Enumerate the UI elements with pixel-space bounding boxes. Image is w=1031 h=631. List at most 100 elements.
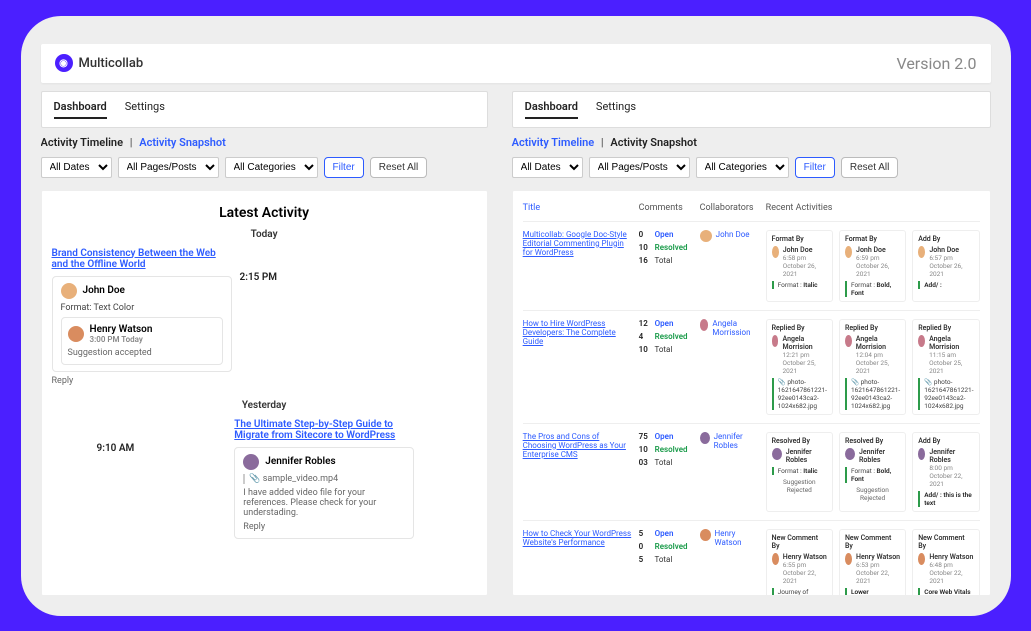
activity-ts: 6:53 pm October 22, 2021: [856, 561, 900, 585]
filter-dates[interactable]: All Dates: [512, 157, 583, 178]
filter-dates[interactable]: All Dates: [41, 157, 112, 178]
activity-detail: Format : Bold, Font: [845, 467, 900, 483]
activity-ts: 12:21 pm October 25, 2021: [782, 351, 826, 375]
row-post-link[interactable]: How to Check Your WordPress Website's Pe…: [523, 529, 633, 596]
row-activities: Replied By Angela Morrision 12:21 pm Octob…: [766, 319, 980, 415]
activity-detail: Journey of running a successful: [772, 588, 827, 596]
activity-label: Replied By: [845, 324, 900, 332]
activity-label: Add By: [918, 437, 973, 445]
activity-detail: Core Web Vitals: [918, 588, 973, 596]
activity-detail: Format : Bold, Font: [845, 281, 900, 297]
filters-right: All Dates All Pages/Posts All Categories…: [512, 157, 991, 178]
post-link[interactable]: The Ultimate Step-by-Step Guide to Migra…: [234, 419, 414, 441]
brand: ◉ Multicollab: [55, 54, 144, 72]
avatar-icon: [845, 553, 852, 565]
activity-user: Angela Morrision: [929, 335, 973, 351]
tab-settings[interactable]: Settings: [596, 100, 636, 119]
reply-link[interactable]: Reply: [243, 522, 405, 532]
row-activities: Format ByJohn Doe6:58 pm October 26, 202…: [766, 230, 980, 302]
reply-link[interactable]: Reply: [52, 376, 232, 386]
post-link[interactable]: Brand Consistency Between the Web and th…: [52, 248, 232, 270]
tab-dashboard[interactable]: Dashboard: [525, 100, 578, 119]
col-comments: Comments: [639, 203, 694, 213]
avatar-icon: [918, 246, 925, 258]
avatar-icon: [772, 246, 779, 258]
activity-card: New Comment By Henry Watson6:55 pm Octobe…: [766, 529, 833, 596]
open-label[interactable]: Open: [655, 319, 674, 328]
reset-button[interactable]: Reset All: [841, 157, 898, 178]
activity-detail: 📎 photo-1621647861221-92ee0143ca2-1024x6…: [918, 378, 973, 410]
activity-user: John Doe: [783, 246, 827, 254]
filter-button[interactable]: Filter: [795, 157, 835, 178]
total-label: Total: [654, 458, 672, 467]
activity-detail: Add/ :: [918, 281, 973, 289]
avatar-icon: [772, 335, 779, 347]
activity-detail: Format : Italic: [772, 467, 827, 475]
activity-user: Henry Watson: [783, 553, 827, 561]
activity-label: New Comment By: [772, 534, 827, 550]
open-label[interactable]: Open: [655, 432, 674, 441]
resolved-label[interactable]: Resolved: [655, 542, 688, 551]
table-row: How to Hire WordPress Developers: The Co…: [523, 311, 980, 424]
nested-ts: 3:00 PM Today: [90, 335, 153, 344]
filter-categories[interactable]: All Categories: [225, 157, 318, 178]
latest-activity-title: Latest Activity: [52, 205, 477, 221]
row-post-link[interactable]: Multicollab: Google Doc-Style Editorial …: [523, 230, 633, 302]
format-line: Format: Text Color: [61, 303, 223, 313]
resolved-label[interactable]: Resolved: [655, 332, 688, 341]
activity-label: Format By: [845, 235, 900, 243]
nested-reply: Henry Watson 3:00 PM Today Suggestion ac…: [61, 317, 223, 365]
tab-settings[interactable]: Settings: [125, 100, 165, 119]
row-comments: 5 Open0 Resolved5 Total: [639, 529, 694, 596]
subnav-timeline-link[interactable]: Activity Timeline: [512, 136, 595, 149]
tab-dashboard[interactable]: Dashboard: [54, 100, 107, 119]
row-collaborator: Angela Morrission: [700, 319, 760, 415]
avatar-icon: [918, 553, 925, 565]
subnav-left: Activity Timeline | Activity Snapshot: [41, 136, 488, 149]
subnav-snapshot[interactable]: Activity Snapshot: [610, 136, 697, 149]
activity-detail: Add/ : this is the text: [918, 491, 973, 507]
avatar-icon: [772, 448, 782, 460]
reset-button[interactable]: Reset All: [370, 157, 427, 178]
activity-card: Jennifer Robles 📎 sample_video.mp4 I hav…: [234, 447, 414, 539]
tabs-right: Dashboard Settings: [512, 91, 991, 128]
snapshot-table: Title Comments Collaborators Recent Acti…: [512, 190, 991, 596]
activity-card: Replied ByAngela Morrision12:21 pm Octob…: [766, 319, 833, 415]
timeline-entry: Brand Consistency Between the Web and th…: [52, 248, 477, 386]
file-name[interactable]: sample_video.mp4: [263, 474, 338, 484]
filter-categories[interactable]: All Categories: [696, 157, 789, 178]
resolved-label[interactable]: Resolved: [655, 445, 688, 454]
subnav-timeline[interactable]: Activity Timeline: [41, 136, 124, 149]
brand-name: Multicollab: [79, 56, 144, 71]
activity-card: John Doe Format: Text Color Henry Watson…: [52, 276, 232, 372]
row-post-link[interactable]: How to Hire WordPress Developers: The Co…: [523, 319, 633, 415]
subnav-snapshot-link[interactable]: Activity Snapshot: [139, 136, 226, 149]
activity-card: Add ByJennifer Robles8:00 pm October 22,…: [912, 432, 979, 512]
total-label: Total: [654, 555, 672, 564]
activity-detail: 📎 photo-1621647861221-92ee0143ca2-1024x6…: [772, 378, 827, 410]
filter-button[interactable]: Filter: [324, 157, 364, 178]
activity-ts: 6:55 pm October 22, 2021: [783, 561, 827, 585]
brand-logo-icon: ◉: [55, 54, 73, 72]
latest-activity-card: Latest Activity Today Brand Consistency …: [41, 190, 488, 596]
avatar-icon: [772, 553, 779, 565]
col-title[interactable]: Title: [523, 203, 633, 213]
activity-card: Replied ByAngela Morrision12:04 pm Octob…: [839, 319, 906, 415]
avatar-icon: [61, 283, 77, 299]
activity-user: Jennifer Robles: [859, 448, 900, 464]
activity-card: New Comment ByHenry Watson6:48 pm Octobe…: [912, 529, 979, 596]
open-label[interactable]: Open: [655, 230, 674, 239]
filter-pages[interactable]: All Pages/Posts: [589, 157, 690, 178]
row-post-link[interactable]: The Pros and Cons of Choosing WordPress …: [523, 432, 633, 512]
activity-card: New Comment ByHenry Watson6:53 pm Octobe…: [839, 529, 906, 596]
open-label[interactable]: Open: [655, 529, 674, 538]
row-comments: 12 Open4 Resolved10 Total: [639, 319, 694, 415]
row-activities: Resolved ByJennifer RoblesFormat : Itali…: [766, 432, 980, 512]
filter-pages[interactable]: All Pages/Posts: [118, 157, 219, 178]
activity-user: Jennifer Robles: [786, 448, 827, 464]
activity-user: Jennifer Robles: [929, 448, 973, 464]
avatar-icon: [700, 319, 709, 331]
user-name: John Doe: [83, 285, 125, 296]
activity-label: Format By: [772, 235, 827, 243]
resolved-label[interactable]: Resolved: [655, 243, 688, 252]
